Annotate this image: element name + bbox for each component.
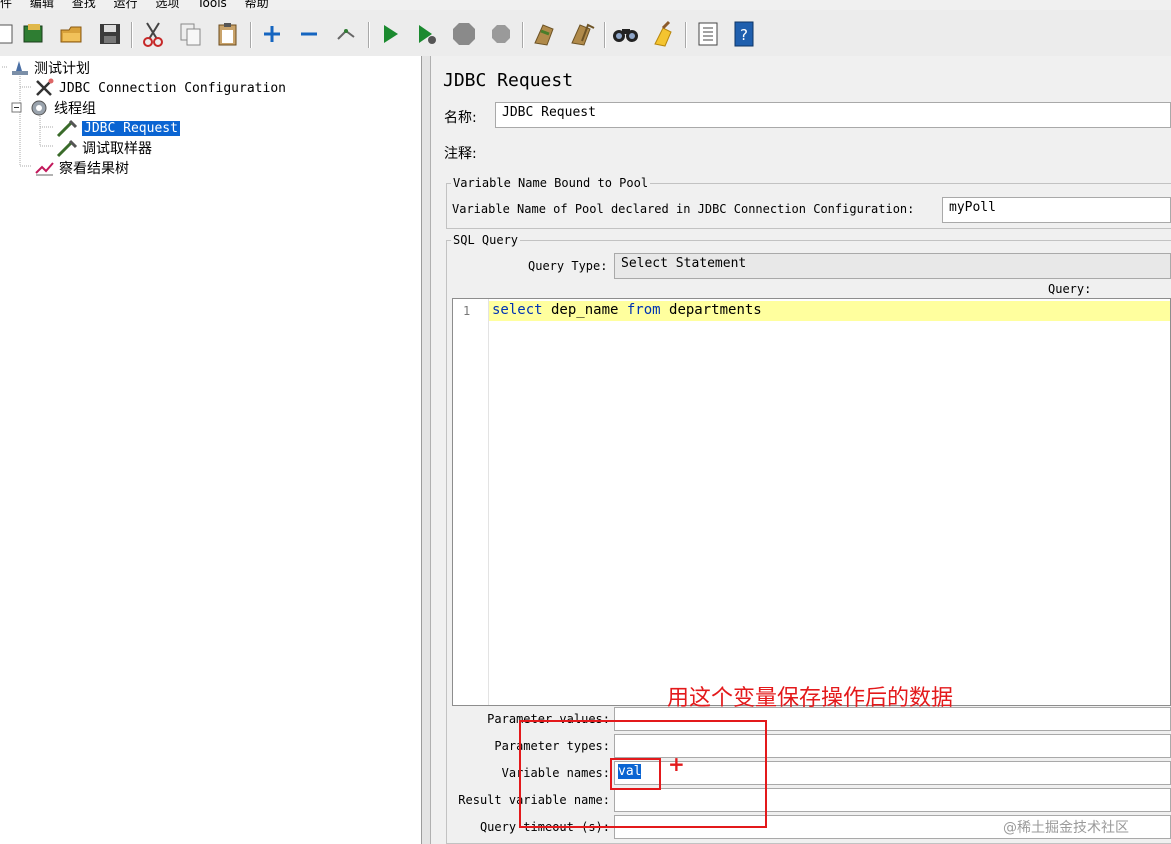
toggle-icon[interactable] <box>332 20 360 48</box>
sql-keyword: select <box>492 302 543 318</box>
sql-editor[interactable]: 1 select dep_name from departments <box>452 298 1171 706</box>
panel-title: JDBC Request <box>443 70 574 91</box>
annotation-text: 用这个变量保存操作后的数据 <box>667 686 954 711</box>
tree-item-label: 测试计划 <box>34 61 90 77</box>
query-type-select[interactable]: Select Statement <box>614 253 1171 279</box>
tree-item-label: 察看结果树 <box>59 161 129 177</box>
sql-identifier: dep_name <box>542 302 627 318</box>
tree-item-label: 调试取样器 <box>82 141 152 157</box>
test-plan-icon <box>12 61 28 75</box>
pool-group-title: Variable Name Bound to Pool <box>451 176 651 190</box>
shutdown-icon[interactable] <box>487 20 515 48</box>
menu-options[interactable]: 选项 <box>155 0 179 10</box>
tree-item-label: JDBC Request <box>82 120 180 136</box>
split-pane-divider[interactable] <box>422 56 431 844</box>
search-icon[interactable] <box>612 20 640 48</box>
cut-icon[interactable] <box>139 20 167 48</box>
watermark: @稀土掘金技术社区 <box>1003 820 1129 836</box>
tree-item-jdbc-connection-config[interactable]: JDBC Connection Configuration <box>34 78 286 98</box>
tree-item-view-results-tree[interactable]: 察看结果树 <box>34 158 129 178</box>
query-type-label: Query Type: <box>528 259 608 273</box>
clear-all-icon[interactable] <box>568 20 596 48</box>
expand-icon[interactable] <box>258 20 286 48</box>
svg-text:?: ? <box>740 26 748 44</box>
start-no-pause-icon[interactable] <box>413 20 441 48</box>
sql-group-title: SQL Query <box>451 233 521 247</box>
menu-help[interactable]: 帮助 <box>245 0 269 10</box>
new-icon[interactable] <box>0 20 20 48</box>
menu-bar: 件 编辑 查找 运行 选项 Tools 帮助 <box>0 0 1171 10</box>
start-icon[interactable] <box>376 20 404 48</box>
tree-item-thread-group[interactable]: 线程组 <box>11 98 96 118</box>
sql-keyword: from <box>626 302 661 318</box>
comment-field[interactable] <box>495 138 1171 164</box>
menu-run[interactable]: 运行 <box>114 0 138 10</box>
tree-item-debug-sampler[interactable]: 调试取样器 <box>55 138 152 158</box>
wrench-screwdriver-icon <box>36 78 54 96</box>
paste-icon[interactable] <box>214 20 242 48</box>
tree-item-test-plan[interactable]: 测试计划 <box>10 58 90 78</box>
menu-file[interactable]: 件 <box>0 0 12 10</box>
annotation-plus: + <box>668 752 685 776</box>
copy-icon[interactable] <box>177 20 205 48</box>
sampler-pipette-icon <box>56 139 78 158</box>
clear-icon[interactable] <box>530 20 558 48</box>
save-icon[interactable] <box>96 20 124 48</box>
annotation-box-small <box>610 758 661 790</box>
tree-item-jdbc-request[interactable]: JDBC Request <box>55 118 180 138</box>
query-label: Query: <box>1048 282 1092 296</box>
help-icon[interactable]: ? <box>730 20 758 48</box>
toolbar: ? <box>0 10 1171 57</box>
sql-table: departments <box>660 302 762 318</box>
line-number: 1 <box>463 304 471 318</box>
tree-item-label: JDBC Connection Configuration <box>59 80 286 96</box>
results-graph-icon <box>35 162 54 176</box>
collapse-toggle-icon[interactable] <box>11 102 23 114</box>
gear-icon <box>31 100 47 116</box>
test-plan-tree: 测试计划 JDBC Connection Configuration 线程组 J… <box>0 56 422 844</box>
comment-label: 注释: <box>444 146 477 162</box>
collapse-icon[interactable] <box>295 20 323 48</box>
pool-field[interactable]: myPoll <box>942 197 1171 223</box>
sampler-pipette-icon <box>56 119 78 138</box>
name-field[interactable]: JDBC Request <box>495 102 1171 128</box>
menu-edit[interactable]: 编辑 <box>30 0 54 10</box>
menu-search[interactable]: 查找 <box>72 0 96 10</box>
stop-icon[interactable] <box>450 20 478 48</box>
sql-code-line: select dep_name from departments <box>492 302 762 318</box>
open-icon[interactable] <box>58 20 86 48</box>
reset-search-icon[interactable] <box>649 20 677 48</box>
tree-item-label: 线程组 <box>54 101 96 117</box>
name-label: 名称: <box>444 110 477 126</box>
menu-tools[interactable]: Tools <box>197 0 227 10</box>
line-number-gutter: 1 <box>453 299 489 705</box>
templates-icon[interactable] <box>20 20 48 48</box>
function-helper-icon[interactable] <box>694 20 722 48</box>
pool-label: Variable Name of Pool declared in JDBC C… <box>452 202 915 216</box>
